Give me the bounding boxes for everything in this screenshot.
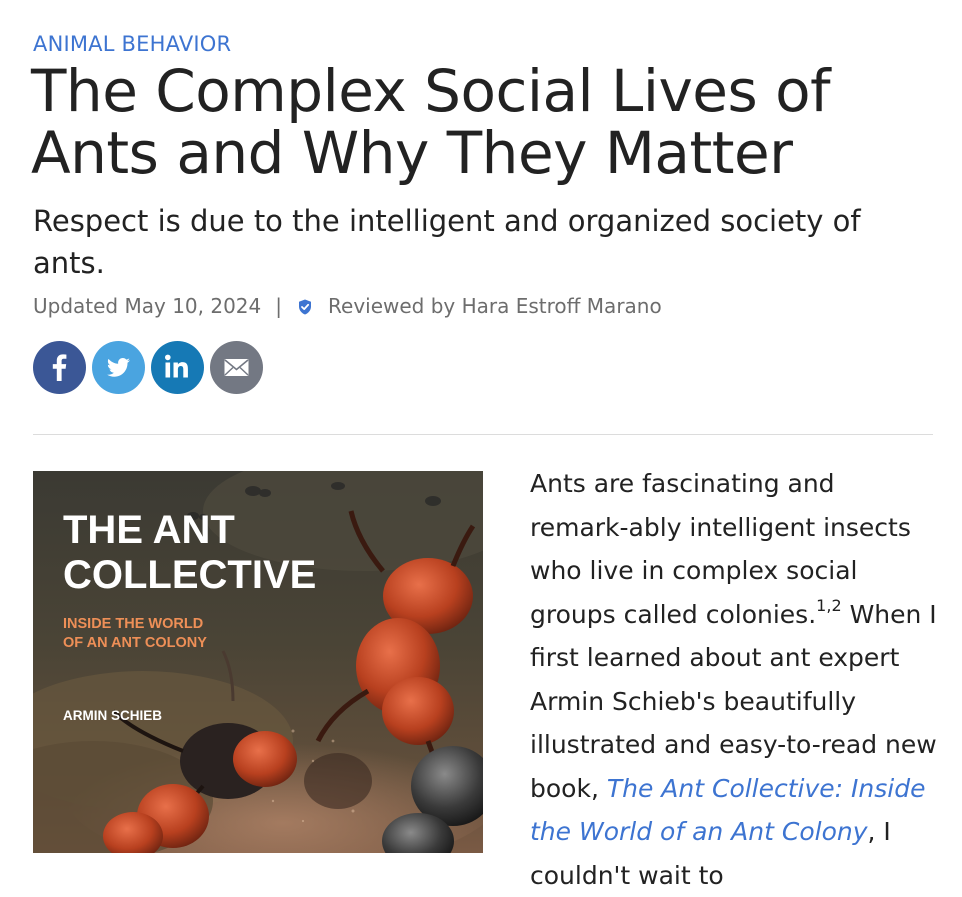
share-twitter-button[interactable] [92,341,145,394]
body-text-mid: When I first learned about ant expert Ar… [530,599,937,803]
article-subtitle: Respect is due to the intelligent and or… [33,204,861,280]
email-icon [224,359,249,376]
article-body-paragraph: Ants are fascinating and remark-ably int… [530,462,940,897]
book-title-line1: THE ANT [63,508,235,552]
book-cover-image: THE ANT COLLECTIVE INSIDE THE WORLD OF A… [33,471,483,853]
verified-shield-icon [296,297,314,315]
category-link[interactable]: ANIMAL BEHAVIOR [33,31,231,57]
share-bar [33,341,263,394]
facebook-icon [52,354,67,381]
book-author: ARMIN SCHIEB [63,708,162,723]
linkedin-icon [165,354,188,378]
article-title: The Complex Social Lives of Ants and Why… [31,57,831,187]
meta-separator: | [275,294,283,318]
book-subtitle-line2: OF AN ANT COLONY [63,635,207,651]
share-email-button[interactable] [210,341,263,394]
share-linkedin-button[interactable] [151,341,204,394]
article-meta: Updated May 10, 2024 | Reviewed by Hara … [33,292,662,320]
citation-ref[interactable]: 1,2 [816,596,841,615]
book-title-line2: COLLECTIVE [63,553,316,597]
updated-date: Updated May 10, 2024 [33,294,262,318]
twitter-icon [107,358,130,377]
share-facebook-button[interactable] [33,341,86,394]
section-divider [33,434,933,435]
reviewer-link[interactable]: Reviewed by Hara Estroff Marano [328,294,662,318]
book-subtitle-line1: INSIDE THE WORLD [63,616,203,632]
